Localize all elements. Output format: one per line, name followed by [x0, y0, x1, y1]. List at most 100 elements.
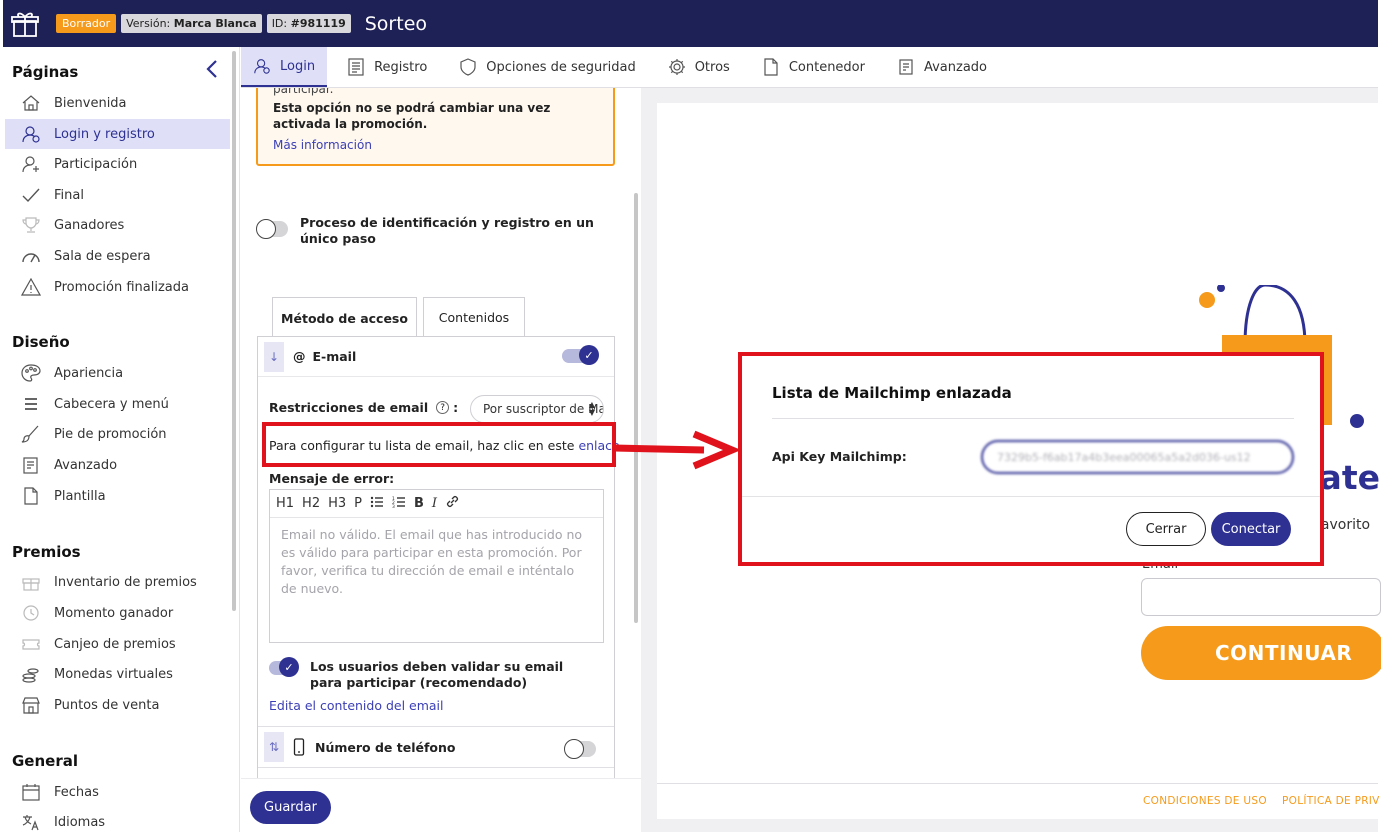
bullet-list-icon[interactable]: [370, 495, 384, 513]
store-icon: [20, 696, 42, 714]
sidebar-item-label: Monedas virtuales: [54, 666, 173, 682]
help-icon[interactable]: ?: [436, 401, 450, 414]
sidebar-item-sala-espera[interactable]: Sala de espera: [5, 241, 230, 271]
document-icon: [762, 58, 780, 76]
form-icon: [347, 58, 365, 76]
h2-button[interactable]: H2: [302, 496, 320, 511]
home-icon: [20, 94, 42, 112]
sidebar-item-inventario-premios[interactable]: Inventario de premios: [5, 567, 230, 597]
sidebar-item-label: Fechas: [54, 784, 99, 800]
restrictions-label-text: Restricciones de email: [269, 400, 429, 415]
bold-button[interactable]: B: [414, 496, 424, 511]
clock-icon: [20, 604, 42, 622]
tab-otros[interactable]: Otros: [656, 47, 742, 87]
tab-opciones-seguridad[interactable]: Opciones de seguridad: [447, 47, 647, 87]
single-step-toggle[interactable]: [256, 219, 288, 239]
checkmark-icon: [20, 186, 42, 204]
highlight-box: [738, 352, 1324, 566]
sidebar-item-promocion-finalizada[interactable]: Promoción finalizada: [5, 272, 230, 302]
sidebar-item-participacion[interactable]: Participación: [5, 149, 230, 179]
sidebar-item-apariencia[interactable]: Apariencia: [5, 358, 230, 388]
sidebar-section-title: Premios: [12, 543, 81, 561]
tab-login[interactable]: Login: [241, 47, 328, 87]
numbered-list-icon[interactable]: 123: [392, 495, 406, 513]
config-scrollbar[interactable]: [634, 193, 638, 623]
sidebar-item-label: Final: [54, 187, 84, 203]
page-tabs: Login Registro Opciones de seguridad Otr…: [241, 47, 1378, 88]
sidebar-item-avanzado[interactable]: Avanzado: [5, 450, 230, 480]
validate-email-toggle[interactable]: [269, 657, 299, 677]
h1-button[interactable]: H1: [276, 496, 294, 511]
collapse-sidebar-icon[interactable]: [205, 59, 219, 79]
ticket-icon: [20, 635, 42, 653]
email-method-toggle[interactable]: [562, 345, 599, 365]
sidebar-item-label: Promoción finalizada: [54, 279, 189, 295]
footer-link-privacy[interactable]: POLÍTICA DE PRIV: [1282, 795, 1380, 807]
version-value: Marca Blanca: [173, 17, 257, 30]
sidebar-item-puntos-venta[interactable]: Puntos de venta: [5, 690, 230, 720]
paragraph-button[interactable]: P: [354, 496, 362, 511]
phone-method-toggle[interactable]: [564, 739, 596, 759]
sidebar-item-ganadores[interactable]: Ganadores: [5, 210, 230, 240]
user-add-icon: [20, 155, 42, 173]
status-badge: Borrador: [56, 14, 117, 33]
tab-registro[interactable]: Registro: [335, 47, 439, 87]
drag-handle-icon[interactable]: ↓: [264, 341, 284, 372]
warning-notice: participar. Esta opción no se podrá camb…: [256, 88, 615, 166]
email-method-title: E-mail: [312, 349, 357, 364]
sidebar-item-label: Momento ganador: [54, 605, 174, 621]
brush-icon: [20, 425, 42, 443]
subtab-metodo-acceso[interactable]: Método de acceso: [272, 297, 417, 338]
sidebar-item-label: Apariencia: [54, 365, 124, 381]
h3-button[interactable]: H3: [328, 496, 346, 511]
subtab-contenidos[interactable]: Contenidos: [423, 297, 525, 337]
phone-icon: [293, 738, 305, 756]
sidebar-item-final[interactable]: Final: [5, 180, 230, 210]
restrictions-select[interactable]: Por suscriptor de Mailchimp ▲▼: [470, 395, 604, 423]
restrictions-select-value: Por suscriptor de Mailchimp: [483, 402, 603, 416]
drag-handle-icon[interactable]: ⇅: [264, 732, 284, 762]
sidebar-item-bienvenida[interactable]: Bienvenida: [5, 88, 230, 118]
sidebar-item-label: Canjeo de premios: [54, 636, 176, 652]
palette-icon: [20, 364, 42, 382]
tab-contenedor[interactable]: Contenedor: [750, 47, 877, 87]
sidebar-item-fechas[interactable]: Fechas: [5, 777, 230, 807]
tab-label: Login: [280, 58, 316, 74]
sidebar-scrollbar[interactable]: [232, 51, 236, 611]
error-message-label: Mensaje de error:: [269, 471, 395, 486]
tab-label: Opciones de seguridad: [486, 59, 636, 75]
sidebar-item-login-registro[interactable]: Login y registro: [5, 119, 230, 149]
phone-method-title: Número de teléfono: [315, 739, 456, 755]
code-document-icon: [20, 456, 42, 474]
sidebar-item-canjeo-premios[interactable]: Canjeo de premios: [5, 629, 230, 659]
edit-email-content-link[interactable]: Edita el contenido del email: [269, 698, 444, 713]
italic-button[interactable]: I: [432, 496, 437, 511]
sidebar-item-pie-promocion[interactable]: Pie de promoción: [5, 419, 230, 449]
continue-button[interactable]: CONTINUAR: [1141, 626, 1381, 680]
version-badge: Versión: Marca Blanca: [121, 14, 262, 33]
save-button[interactable]: Guardar: [250, 791, 331, 824]
sidebar-item-label: Bienvenida: [54, 95, 127, 111]
error-message-text[interactable]: Email no válido. El email que has introd…: [270, 518, 603, 606]
sidebar-item-monedas-virtuales[interactable]: Monedas virtuales: [5, 659, 230, 689]
link-icon[interactable]: [445, 494, 460, 513]
calendar-icon: [20, 783, 42, 801]
save-bar: Guardar: [241, 778, 641, 832]
sidebar-item-cabecera-menu[interactable]: Cabecera y menú: [5, 389, 230, 419]
sidebar-item-label: Sala de espera: [54, 248, 151, 264]
more-info-link[interactable]: Más información: [273, 138, 598, 152]
select-arrows-icon: ▲ ▼: [588, 400, 595, 417]
tab-avanzado[interactable]: Avanzado: [885, 47, 999, 87]
footer-link-conditions[interactable]: CONDICIONES DE USO: [1143, 795, 1267, 807]
sidebar-item-label: Participación: [54, 156, 138, 172]
sidebar-item-label: Idiomas: [54, 814, 106, 830]
sidebar-item-plantilla[interactable]: Plantilla: [5, 481, 230, 511]
annotation-arrow-icon: [614, 430, 742, 470]
sidebar-item-idiomas[interactable]: Idiomas: [5, 807, 230, 832]
preview-email-input[interactable]: [1141, 578, 1381, 616]
sidebar-item-momento-ganador[interactable]: Momento ganador: [5, 598, 230, 628]
gift-logo-icon[interactable]: [3, 0, 47, 47]
email-method-symbol: @: [293, 349, 306, 364]
sidebar-item-label: Login y registro: [54, 126, 155, 142]
single-step-setting: Proceso de identificación y registro en …: [256, 215, 618, 247]
